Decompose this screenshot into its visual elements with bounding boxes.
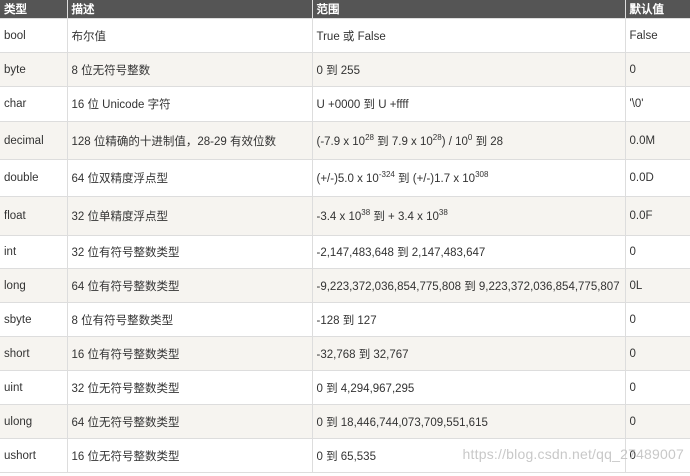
type-cell: byte [0, 52, 68, 87]
type-cell: double [0, 159, 68, 197]
range-cell: (-7.9 x 1028 到 7.9 x 1028) / 100 到 28 [311, 121, 626, 160]
description-cell: 64 位无符号整数类型 [66, 404, 313, 439]
type-cell: long [0, 268, 68, 303]
description-cell: 16 位无符号整数类型 [66, 438, 313, 473]
table-row: sbyte 8 位有符号整数类型 -128 到 127 0 [0, 302, 690, 337]
exponent: 38 [361, 208, 371, 217]
default-cell: False [624, 18, 690, 53]
table-row: byte 8 位无符号整数 0 到 255 0 [0, 52, 690, 87]
table-row: char 16 位 Unicode 字符 U +0000 到 U +ffff '… [0, 86, 690, 122]
header-range: 范围 [312, 0, 626, 19]
header-description: 描述 [67, 0, 313, 19]
type-cell: char [0, 86, 68, 122]
type-cell: bool [0, 18, 68, 53]
exponent: 308 [475, 170, 489, 179]
range-cell: U +0000 到 U +ffff [311, 86, 626, 122]
range-text: (+/-)5.0 x 10 [316, 173, 379, 185]
default-cell: 0 [624, 52, 690, 87]
default-cell: 0 [624, 302, 690, 337]
range-cell: -2,147,483,648 到 2,147,483,647 [311, 235, 626, 269]
range-cell: True 或 False [311, 18, 626, 53]
range-text: 到 (+/-)1.7 x 10 [394, 173, 476, 185]
table-row: ulong 64 位无符号整数类型 0 到 18,446,744,073,709… [0, 404, 690, 439]
range-text: (-7.9 x 10 [316, 135, 366, 148]
exponent: 28 [432, 132, 442, 142]
description-cell: 16 位有符号整数类型 [66, 336, 313, 371]
type-cell: float [0, 196, 68, 236]
table-row: bool 布尔值 True 或 False False [0, 18, 690, 53]
range-text: 到 + 3.4 x 10 [370, 211, 439, 223]
data-types-table: 类型 描述 范围 默认值 bool 布尔值 True 或 False False… [0, 0, 690, 473]
description-cell: 32 位单精度浮点型 [66, 196, 313, 236]
table-row: float 32 位单精度浮点型 -3.4 x 1038 到 + 3.4 x 1… [0, 196, 690, 236]
type-cell: int [0, 235, 68, 269]
description-cell: 8 位有符号整数类型 [66, 302, 313, 337]
table-row: int 32 位有符号整数类型 -2,147,483,648 到 2,147,4… [0, 235, 690, 269]
description-cell: 32 位有符号整数类型 [66, 235, 313, 269]
table-row: uint 32 位无符号整数类型 0 到 4,294,967,295 0 [0, 370, 690, 405]
default-cell: 0 [624, 404, 690, 439]
range-cell: 0 到 18,446,744,073,709,551,615 [311, 404, 626, 439]
range-cell: -9,223,372,036,854,775,808 到 9,223,372,0… [311, 268, 626, 303]
range-cell: 0 到 4,294,967,295 [311, 370, 626, 405]
description-cell: 布尔值 [66, 18, 313, 53]
default-cell: 0L [624, 268, 690, 303]
type-cell: short [0, 336, 68, 371]
range-cell: -128 到 127 [311, 302, 626, 337]
table-row: long 64 位有符号整数类型 -9,223,372,036,854,775,… [0, 268, 690, 303]
description-cell: 32 位无符号整数类型 [66, 370, 313, 405]
watermark: https://blog.csdn.net/qq_27489007 [462, 446, 684, 462]
description-cell: 16 位 Unicode 字符 [66, 86, 313, 122]
table-row: decimal 128 位精确的十进制值，28-29 有效位数 (-7.9 x … [0, 121, 690, 160]
type-cell: ushort [0, 438, 68, 473]
range-text: 到 7.9 x 10 [373, 135, 433, 148]
range-cell: 0 到 255 [311, 52, 626, 87]
header-default: 默认值 [625, 0, 690, 19]
description-cell: 8 位无符号整数 [66, 52, 313, 87]
table-row: short 16 位有符号整数类型 -32,768 到 32,767 0 [0, 336, 690, 371]
description-cell: 64 位双精度浮点型 [66, 159, 313, 197]
range-text: -3.4 x 10 [316, 211, 362, 223]
header-type: 类型 [0, 0, 68, 19]
type-cell: decimal [0, 121, 68, 160]
default-cell: 0 [624, 235, 690, 269]
header-row: 类型 描述 范围 默认值 [0, 0, 690, 19]
type-cell: uint [0, 370, 68, 405]
default-cell: 0 [624, 336, 690, 371]
type-cell: ulong [0, 404, 68, 439]
description-cell: 128 位精确的十进制值，28-29 有效位数 [66, 121, 313, 160]
type-cell: sbyte [0, 302, 68, 337]
exponent: 38 [438, 208, 448, 217]
default-cell: 0.0F [624, 196, 690, 236]
range-cell: (+/-)5.0 x 10-324 到 (+/-)1.7 x 10308 [311, 159, 626, 197]
range-text: 到 28 [472, 135, 504, 148]
exponent: 28 [365, 132, 374, 142]
default-cell: 0.0M [624, 121, 690, 160]
default-cell: 0.0D [624, 159, 690, 197]
range-cell: -32,768 到 32,767 [311, 336, 626, 371]
default-cell: '\0' [624, 86, 690, 122]
default-cell: 0 [624, 370, 690, 405]
range-cell: -3.4 x 1038 到 + 3.4 x 1038 [311, 196, 626, 236]
range-text: ) / 10 [441, 135, 468, 148]
description-cell: 64 位有符号整数类型 [66, 268, 313, 303]
exponent: -324 [378, 170, 395, 179]
table-row: double 64 位双精度浮点型 (+/-)5.0 x 10-324 到 (+… [0, 159, 690, 197]
